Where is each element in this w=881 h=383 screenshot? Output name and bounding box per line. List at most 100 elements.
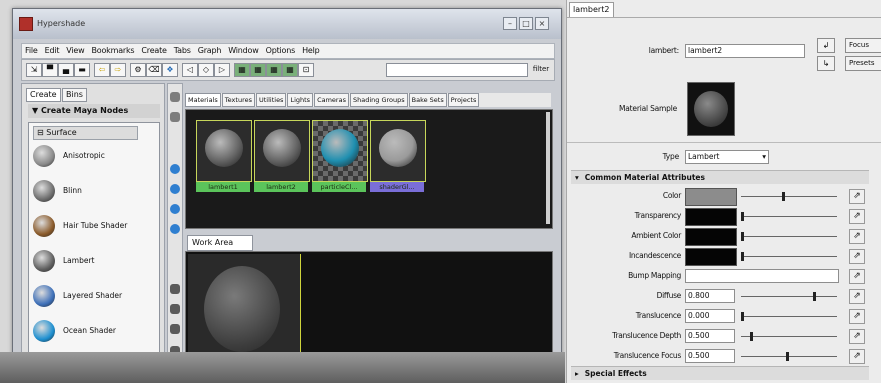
sphere-blue-icon[interactable] [170, 164, 180, 174]
layout-single-icon[interactable]: ▬ [74, 63, 90, 77]
tab-bins[interactable]: Bins [62, 88, 87, 102]
material-node[interactable]: particleCl... [312, 120, 368, 194]
shader-item[interactable]: Lambert [33, 250, 153, 274]
surface-header[interactable]: ⊟ Surface [33, 126, 138, 140]
slider-knob[interactable] [741, 252, 744, 261]
common-material-attributes-section[interactable]: ▾ Common Material Attributes [571, 170, 869, 184]
attr-slider[interactable] [741, 256, 837, 257]
tab-cameras[interactable]: Cameras [314, 93, 349, 107]
maximize-button[interactable]: □ [519, 17, 533, 30]
layout-bottom-icon[interactable]: ▄ [58, 63, 74, 77]
map-button-icon[interactable]: ⇗ [849, 329, 865, 344]
graph-icon-2[interactable] [170, 304, 180, 314]
map-button-icon[interactable]: ⇗ [849, 309, 865, 324]
attr-slider[interactable] [741, 336, 837, 337]
tab-projects[interactable]: Projects [447, 93, 480, 107]
output-connections-icon[interactable]: ▷ [214, 63, 230, 77]
shader-item[interactable]: Blinn [33, 180, 153, 204]
search-input[interactable] [386, 63, 528, 77]
material-node[interactable]: shaderGl... [370, 120, 426, 194]
attr-slider[interactable] [741, 316, 837, 317]
type-dropdown[interactable]: Lambert ▾ [685, 150, 769, 164]
map-button-icon[interactable]: ⇗ [849, 269, 865, 284]
attr-slider[interactable] [741, 196, 837, 197]
sphere-blue-icon-3[interactable] [170, 204, 180, 214]
materials-scrollbar[interactable] [546, 112, 550, 224]
presets-button[interactable]: Presets [845, 56, 881, 71]
menu-view[interactable]: View [66, 46, 84, 55]
input-connections-icon[interactable]: ◁ [182, 63, 198, 77]
graph-icon[interactable] [170, 284, 180, 294]
menu-window[interactable]: Window [228, 46, 259, 55]
input-arrow-icon[interactable]: ↲ [817, 38, 835, 53]
slider-knob[interactable] [741, 232, 744, 241]
shader-item[interactable]: Ocean Shader [33, 320, 153, 344]
slider-knob[interactable] [741, 312, 744, 321]
grid-icon[interactable] [170, 92, 180, 102]
tab-textures[interactable]: Textures [221, 93, 255, 107]
tab-utilities[interactable]: Utilities [255, 93, 287, 107]
filter-button[interactable]: filter [532, 63, 550, 75]
special-effects-section[interactable]: ▸ Special Effects [571, 366, 869, 380]
swatch-view-4-icon[interactable]: ▦ [282, 63, 298, 77]
map-button-icon[interactable]: ⇗ [849, 229, 865, 244]
attr-slider[interactable] [741, 356, 837, 357]
tab-lambert2[interactable]: lambert2 [569, 2, 614, 18]
numeric-field[interactable]: 0.000 [685, 309, 735, 323]
bump-mapping-field[interactable] [685, 269, 839, 283]
menu-file[interactable]: File [25, 46, 38, 55]
frame-icon[interactable]: ⊡ [298, 63, 314, 77]
swatch-view-1-icon[interactable]: ▦ [234, 63, 250, 77]
shader-item[interactable]: Anisotropic [33, 145, 153, 169]
slider-knob[interactable] [741, 212, 744, 221]
shader-item[interactable]: Layered Shader [33, 285, 153, 309]
tab-create[interactable]: Create [26, 88, 61, 102]
color-swatch[interactable] [685, 248, 737, 266]
lambert-name-field[interactable]: lambert2 [685, 44, 805, 58]
tab-shading-groups[interactable]: Shading Groups [349, 93, 408, 107]
attr-slider[interactable] [741, 296, 837, 297]
menu-edit[interactable]: Edit [45, 46, 60, 55]
layout-top-icon[interactable]: ▀ [42, 63, 58, 77]
slider-knob[interactable] [781, 192, 785, 201]
forward-arrow-icon[interactable]: ⇨ [110, 63, 126, 77]
menu-tabs[interactable]: Tabs [174, 46, 191, 55]
attr-slider[interactable] [741, 236, 837, 237]
sphere-blue-icon-2[interactable] [170, 184, 180, 194]
list-icon[interactable] [170, 112, 180, 122]
numeric-field[interactable]: 0.500 [685, 349, 735, 363]
graph-icon-3[interactable] [170, 324, 180, 334]
focus-button[interactable]: Focus [845, 38, 881, 53]
menu-graph[interactable]: Graph [198, 46, 222, 55]
numeric-field[interactable]: 0.500 [685, 329, 735, 343]
sphere-blue-icon-4[interactable] [170, 224, 180, 234]
work-area-material-node[interactable] [188, 254, 301, 366]
io-connections-icon[interactable]: ◇ [198, 63, 214, 77]
back-arrow-icon[interactable]: ⇦ [94, 63, 110, 77]
rearrange-graph-icon[interactable]: ❖ [162, 63, 178, 77]
swatch-view-2-icon[interactable]: ▦ [250, 63, 266, 77]
shader-item[interactable]: Hair Tube Shader [33, 215, 153, 239]
title-bar[interactable]: Hypershade – □ × [13, 9, 561, 39]
menu-options[interactable]: Options [266, 46, 296, 55]
color-swatch[interactable] [685, 188, 737, 206]
close-button[interactable]: × [535, 17, 549, 30]
numeric-field[interactable]: 0.800 [685, 289, 735, 303]
swatch-view-3-icon[interactable]: ▦ [266, 63, 282, 77]
menu-create[interactable]: Create [141, 46, 167, 55]
create-maya-nodes-header[interactable]: ▼ Create Maya Nodes [28, 104, 160, 118]
tab-materials[interactable]: Materials [185, 93, 221, 107]
graph-materials-icon[interactable]: ⚙ [130, 63, 146, 77]
map-button-icon[interactable]: ⇗ [849, 189, 865, 204]
tab-work-area[interactable]: Work Area [187, 235, 253, 251]
tab-lights[interactable]: Lights [287, 93, 314, 107]
output-arrow-icon[interactable]: ↳ [817, 56, 835, 71]
color-swatch[interactable] [685, 228, 737, 246]
attr-slider[interactable] [741, 216, 837, 217]
slider-knob[interactable] [750, 332, 753, 341]
map-button-icon[interactable]: ⇗ [849, 289, 865, 304]
map-button-icon[interactable]: ⇗ [849, 209, 865, 224]
material-node[interactable]: lambert1 [196, 120, 252, 194]
color-swatch[interactable] [685, 208, 737, 226]
slider-knob[interactable] [813, 292, 816, 301]
